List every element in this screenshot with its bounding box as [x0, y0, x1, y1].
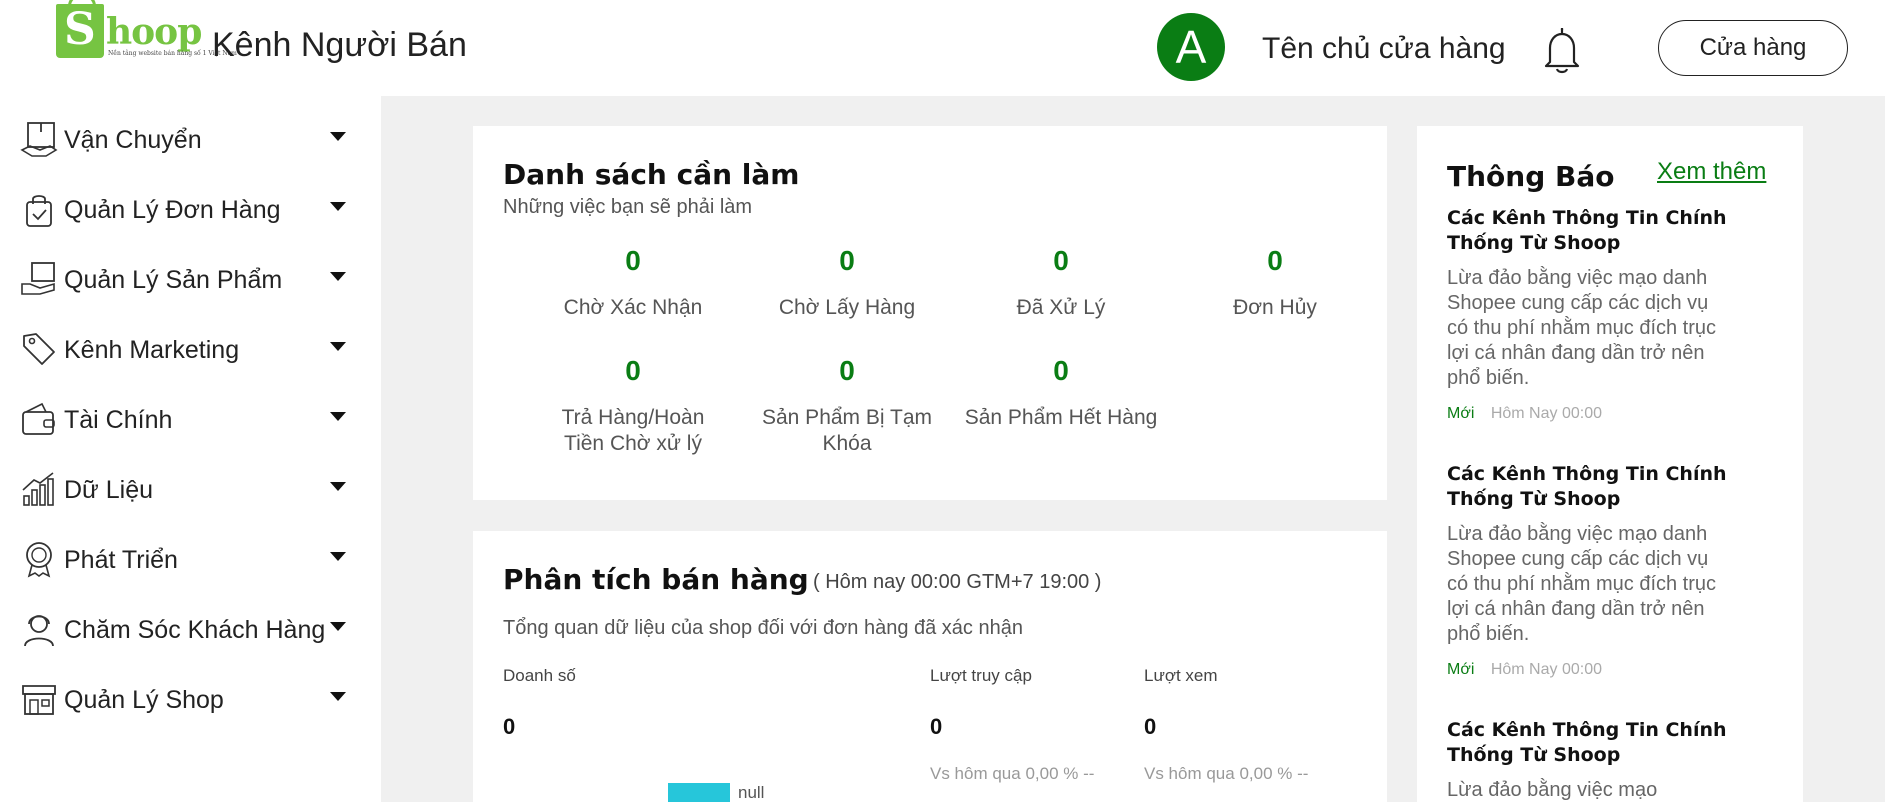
metric-views-value: 0: [1144, 714, 1157, 739]
todo-card: Danh sách cần làm Những việc bạn sẽ phải…: [473, 126, 1387, 500]
sidebar: Vận Chuyển Quản Lý Đơn Hàng Quản Lý Sản …: [0, 96, 381, 802]
todo-item-processed[interactable]: 0 Đã Xử Lý: [951, 241, 1171, 321]
todo-item-returns[interactable]: 0 Trả Hàng/Hoàn Tiền Chờ xử lý: [523, 351, 743, 457]
notifications-title: Thông Báo: [1447, 160, 1615, 193]
see-more-link[interactable]: Xem thêm: [1657, 158, 1766, 186]
metric-visits-compare: Vs hôm qua 0,00 % --: [930, 764, 1095, 783]
support-agent-icon: [20, 610, 58, 648]
todo-item-pending-confirm[interactable]: 0 Chờ Xác Nhận: [523, 241, 743, 321]
todo-item-out-of-stock[interactable]: 0 Sản Phẩm Hết Hàng: [951, 351, 1171, 431]
channel-title: Kênh Người Bán: [212, 26, 467, 64]
todo-subtitle: Những việc bạn sẽ phải làm: [503, 196, 753, 218]
price-tag-icon: [20, 330, 58, 368]
todo-item-locked-products[interactable]: 0 Sản Phẩm Bị Tạm Khóa: [737, 351, 957, 457]
sales-analysis-card: Phân tích bán hàng ( Hôm nay 00:00 GTM+7…: [473, 531, 1387, 802]
chart-legend-swatch: [668, 783, 730, 802]
todo-item-pending-pickup[interactable]: 0 Chờ Lấy Hàng: [737, 241, 957, 321]
wallet-icon: [20, 400, 58, 438]
todo-item-cancelled[interactable]: 0 Đơn Hủy: [1165, 241, 1385, 321]
sidebar-item-products[interactable]: Quản Lý Sản Phẩm: [20, 252, 350, 302]
notification-item[interactable]: Các Kênh Thông Tin Chính Thống Từ Shoop …: [1447, 718, 1777, 802]
todo-title: Danh sách cần làm: [503, 158, 800, 191]
sidebar-item-label: Quản Lý Shop: [64, 686, 224, 714]
metric-views-label: Lượt xem: [1144, 666, 1218, 685]
sidebar-item-orders[interactable]: Quản Lý Đơn Hàng: [20, 182, 350, 232]
shoop-logo[interactable]: S hoop Nền tảng website bán hàng số 1 Vi…: [56, 0, 237, 64]
caret-down-icon[interactable]: [330, 622, 346, 631]
metric-views-compare: Vs hôm qua 0,00 % --: [1144, 764, 1309, 783]
analysis-period: ( Hôm nay 00:00 GTM+7 19:00 ): [813, 571, 1102, 593]
caret-down-icon[interactable]: [330, 482, 346, 491]
sidebar-item-marketing[interactable]: Kênh Marketing: [20, 322, 350, 372]
metric-visits-value: 0: [930, 714, 943, 739]
caret-down-icon[interactable]: [330, 342, 346, 351]
caret-down-icon[interactable]: [330, 202, 346, 211]
sidebar-item-label: Vận Chuyển: [64, 126, 202, 154]
analysis-title: Phân tích bán hàng: [503, 563, 809, 596]
shipping-box-icon: [20, 120, 58, 158]
caret-down-icon[interactable]: [330, 692, 346, 701]
sidebar-item-label: Dữ Liệu: [64, 476, 154, 504]
product-hand-icon: [20, 260, 58, 298]
notification-item[interactable]: Các Kênh Thông Tin Chính Thống Từ Shoop …: [1447, 206, 1777, 423]
sidebar-item-customer-care[interactable]: Chăm Sóc Khách Hàng: [20, 602, 350, 652]
storefront-icon: [20, 680, 58, 718]
chart-legend-label: null: [738, 783, 765, 802]
notification-time: Hôm Nay 00:00: [1490, 405, 1602, 422]
metric-visits-label: Lượt truy cập: [930, 666, 1032, 685]
award-badge-icon: [20, 540, 58, 578]
sidebar-item-label: Quản Lý Sản Phẩm: [64, 266, 283, 294]
main-content: Danh sách cần làm Những việc bạn sẽ phải…: [381, 96, 1885, 802]
sidebar-item-growth[interactable]: Phát Triển: [20, 532, 350, 582]
notifications-card: Thông Báo Xem thêm Các Kênh Thông Tin Ch…: [1417, 126, 1803, 802]
new-badge: Mới: [1447, 661, 1475, 678]
store-button[interactable]: Cửa hàng: [1658, 20, 1848, 76]
new-badge: Mới: [1447, 405, 1475, 422]
notification-item[interactable]: Các Kênh Thông Tin Chính Thống Từ Shoop …: [1447, 462, 1777, 679]
sidebar-item-label: Chăm Sóc Khách Hàng: [64, 616, 326, 644]
caret-down-icon[interactable]: [330, 552, 346, 561]
bell-icon[interactable]: [1540, 26, 1584, 76]
sidebar-item-finance[interactable]: Tài Chính: [20, 392, 350, 442]
top-header: S hoop Nền tảng website bán hàng số 1 Vi…: [0, 0, 1885, 96]
metric-revenue-label: Doanh số: [503, 666, 576, 685]
caret-down-icon[interactable]: [330, 412, 346, 421]
owner-name[interactable]: Tên chủ cửa hàng: [1262, 32, 1506, 66]
shopping-bag-icon: [20, 190, 58, 228]
sidebar-item-shop[interactable]: Quản Lý Shop: [20, 672, 350, 722]
analysis-subtitle: Tổng quan dữ liệu của shop đối với đơn h…: [503, 617, 1023, 639]
sidebar-item-label: Kênh Marketing: [64, 336, 240, 364]
notification-time: Hôm Nay 00:00: [1490, 661, 1602, 678]
avatar[interactable]: A: [1157, 13, 1225, 81]
growth-chart-icon: [20, 470, 58, 508]
sidebar-item-data[interactable]: Dữ Liệu: [20, 462, 350, 512]
sidebar-item-label: Tài Chính: [64, 406, 173, 434]
sidebar-item-label: Phát Triển: [64, 546, 178, 574]
sidebar-item-shipping[interactable]: Vận Chuyển: [20, 112, 350, 162]
caret-down-icon[interactable]: [330, 132, 346, 141]
sidebar-item-label: Quản Lý Đơn Hàng: [64, 196, 281, 224]
caret-down-icon[interactable]: [330, 272, 346, 281]
metric-revenue-value: 0: [503, 714, 516, 739]
